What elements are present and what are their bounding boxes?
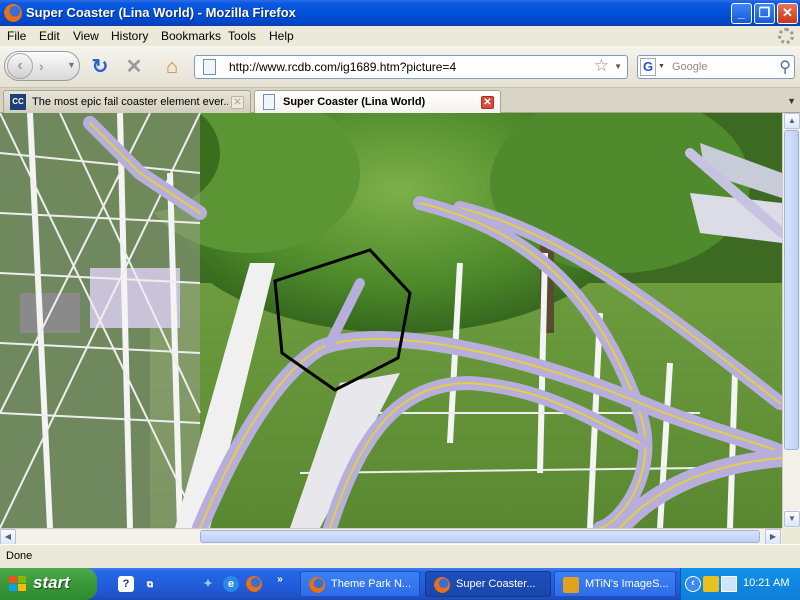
maximize-button[interactable]: ❐ — [754, 3, 775, 24]
history-dropdown-icon[interactable]: ▼ — [67, 60, 76, 70]
scroll-left-icon[interactable]: ◀ — [0, 529, 16, 545]
task-mtin-images[interactable]: MTiN's ImageS... — [554, 571, 676, 597]
tab-strip: CC The most epic fail coaster element ev… — [0, 88, 800, 114]
stop-icon[interactable]: ✕ — [122, 56, 146, 78]
search-magnifier-icon[interactable]: ⚲ — [779, 57, 791, 77]
navigation-toolbar: ‹ › ▼ ↻ ✕ ⌂ http://www.rcdb.com/ig1689.h… — [0, 46, 800, 88]
status-text: Done — [6, 550, 33, 562]
horizontal-scroll-thumb[interactable] — [200, 530, 760, 543]
system-tray: ‹ 10:21 AM — [680, 568, 800, 600]
vertical-scrollbar[interactable]: ▲ ▼ — [782, 113, 800, 528]
url-bar[interactable]: http://www.rcdb.com/ig1689.htm?picture=4… — [194, 55, 628, 79]
network-icon[interactable] — [721, 576, 737, 592]
firefox-icon — [4, 4, 22, 22]
vertical-scroll-thumb[interactable] — [784, 130, 799, 450]
home-icon[interactable]: ⌂ — [160, 56, 184, 78]
scroll-up-icon[interactable]: ▲ — [784, 113, 800, 129]
engine-dropdown-icon[interactable]: ▼ — [658, 63, 665, 70]
search-bar[interactable]: G ▼ Google ⚲ — [637, 55, 795, 79]
help-quicklaunch-icon[interactable]: ? — [118, 576, 134, 592]
task-label: MTiN's ImageS... — [585, 578, 669, 590]
internet-explorer-icon[interactable]: e — [223, 576, 239, 592]
roller-coaster-photo — [0, 113, 782, 528]
show-desktop-icon[interactable]: ⧉ — [142, 576, 158, 592]
tab-label: The most epic fail coaster element ever.… — [32, 96, 228, 108]
task-label: Theme Park N... — [331, 578, 412, 590]
window-titlebar: Super Coaster (Lina World) - Mozilla Fir… — [0, 0, 800, 26]
back-arrow-icon[interactable]: ‹ — [7, 53, 33, 79]
clock[interactable]: 10:21 AM — [743, 577, 789, 589]
google-icon[interactable]: G — [640, 58, 656, 76]
minimize-button[interactable]: _ — [731, 3, 752, 24]
menu-tools[interactable]: Tools — [228, 29, 256, 43]
task-super-coaster[interactable]: Super Coaster... — [425, 571, 551, 597]
url-text[interactable]: http://www.rcdb.com/ig1689.htm?picture=4 — [229, 60, 456, 74]
firefox-icon — [434, 577, 450, 593]
firefox-icon — [309, 577, 325, 593]
tab-label: Super Coaster (Lina World) — [283, 96, 426, 108]
url-dropdown-icon[interactable]: ▼ — [614, 62, 622, 71]
menu-file[interactable]: File — [7, 29, 26, 43]
tab-super-coaster[interactable]: Super Coaster (Lina World) ✕ — [254, 90, 501, 114]
forward-arrow-icon[interactable]: › — [39, 58, 44, 74]
menu-history[interactable]: History — [111, 29, 148, 43]
reload-icon[interactable]: ↻ — [88, 56, 112, 78]
activity-throbber-icon — [778, 28, 794, 44]
tab-epic-fail[interactable]: CC The most epic fail coaster element ev… — [3, 90, 251, 113]
bookmark-star-icon[interactable]: ☆ — [594, 56, 609, 76]
menu-view[interactable]: View — [73, 29, 99, 43]
page-favicon-icon — [263, 94, 275, 110]
scrollbar-corner — [782, 528, 800, 544]
windows-logo-icon — [9, 576, 27, 592]
start-label: start — [33, 573, 70, 592]
menu-bar: File Edit View History Bookmarks Tools H… — [0, 26, 800, 46]
start-button[interactable]: start — [0, 568, 97, 600]
coaster-critic-favicon-icon: CC — [10, 94, 26, 110]
horizontal-scrollbar[interactable]: ◀ ▶ — [0, 528, 782, 545]
taskbar: start ? ⧉ ✦ e » Theme Park N... Super Co… — [0, 568, 800, 600]
task-label: Super Coaster... — [456, 578, 536, 590]
messenger-icon[interactable]: ✦ — [200, 576, 216, 592]
menu-help[interactable]: Help — [269, 29, 294, 43]
menu-edit[interactable]: Edit — [39, 29, 60, 43]
back-forward-group: ‹ › ▼ — [4, 51, 80, 81]
page-icon — [203, 59, 216, 75]
task-theme-park[interactable]: Theme Park N... — [300, 571, 420, 597]
scroll-down-icon[interactable]: ▼ — [784, 511, 800, 527]
tab-close-icon[interactable]: ✕ — [231, 96, 244, 109]
imageshack-icon — [563, 577, 579, 593]
close-button[interactable]: ✕ — [777, 3, 798, 24]
scroll-right-icon[interactable]: ▶ — [765, 529, 781, 545]
window-title: Super Coaster (Lina World) - Mozilla Fir… — [26, 5, 296, 20]
search-placeholder[interactable]: Google — [672, 61, 707, 73]
security-shield-icon[interactable] — [703, 576, 719, 592]
tray-expand-icon[interactable]: ‹ — [685, 576, 701, 592]
page-content — [0, 113, 782, 528]
tab-list-dropdown-icon[interactable]: ▼ — [787, 96, 796, 106]
firefox-quicklaunch-icon[interactable] — [246, 576, 262, 592]
tab-close-icon[interactable]: ✕ — [481, 96, 494, 109]
status-bar: Done — [0, 544, 800, 568]
quicklaunch-overflow-icon[interactable]: » — [272, 572, 288, 588]
menu-bookmarks[interactable]: Bookmarks — [161, 29, 221, 43]
